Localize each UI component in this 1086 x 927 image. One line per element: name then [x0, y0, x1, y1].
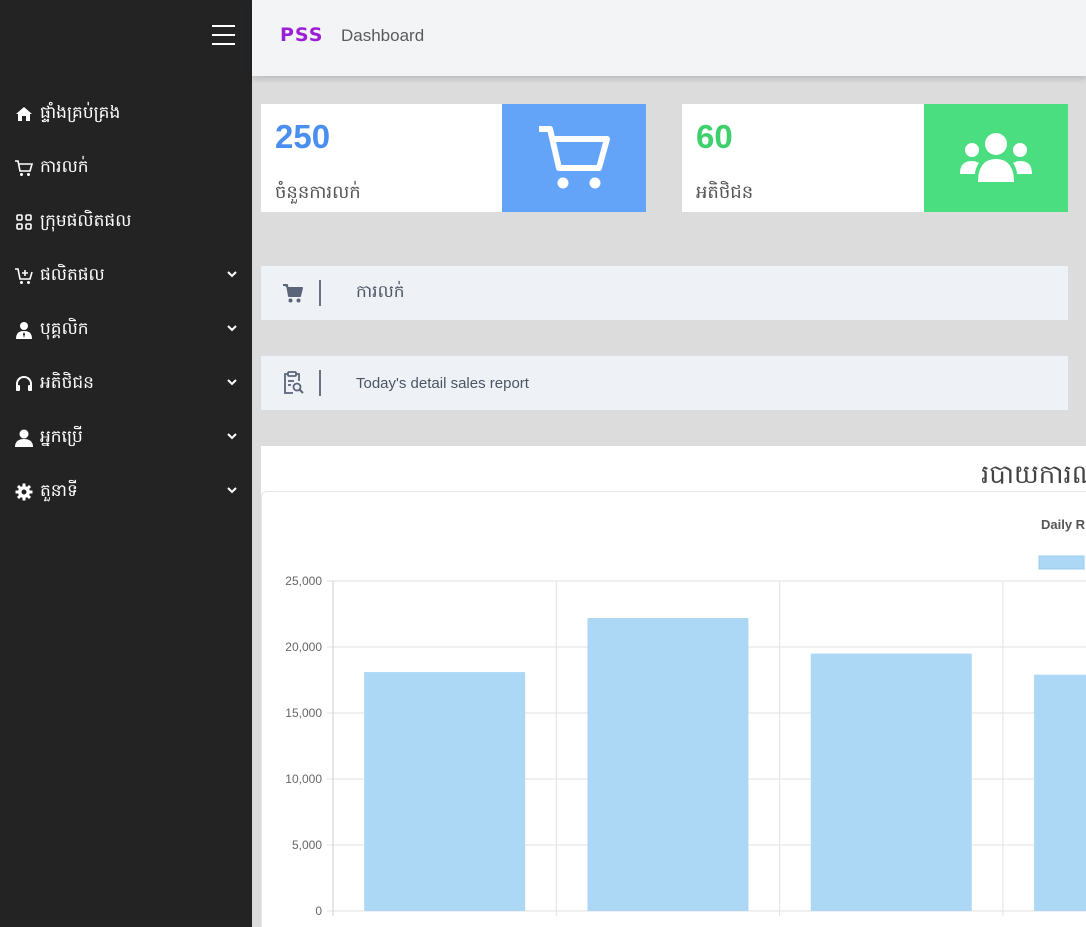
y-tick-label: 5,000: [292, 838, 322, 852]
sidebar-item-product-group[interactable]: ក្រុមផលិតផល: [0, 195, 252, 249]
sidebar-item-staff[interactable]: បុគ្គលិក: [0, 303, 252, 357]
chevron-down-icon: [227, 271, 237, 278]
chart-bar: [810, 653, 972, 911]
chart-bar: [1034, 674, 1086, 911]
grid-icon: [14, 212, 34, 232]
chevron-down-icon: [227, 487, 237, 494]
stat-card-customers[interactable]: 60 អតិថិជន: [682, 104, 1068, 212]
divider: [319, 370, 321, 396]
sidebar-item-label: បុគ្គលិក: [40, 318, 89, 339]
sidebar-item-users[interactable]: អ្នកប្រើ: [0, 411, 252, 465]
divider: [319, 280, 321, 306]
chevron-down-icon: [227, 379, 237, 386]
sidebar-item-customers[interactable]: អតិថិជន: [0, 357, 252, 411]
y-tick-label: 0: [315, 904, 322, 918]
sidebar-nav: ផ្ទាំងគ្រប់គ្រង ការលក់ ក្រុមផលិតផល ផលិតផ…: [0, 87, 252, 519]
stat-card-sales[interactable]: 250 ចំនួនការលក់: [261, 104, 646, 212]
cart-plus-icon: [14, 266, 34, 286]
sidebar: ផ្ទាំងគ្រប់គ្រង ការលក់ ក្រុមផលិតផល ផលិតផ…: [0, 0, 252, 927]
cart-icon: [14, 158, 34, 178]
user-tie-icon: [14, 320, 34, 340]
stat-value: 60: [696, 118, 733, 155]
sidebar-item-label: អ្នកប្រើ: [40, 426, 83, 447]
chart-bar: [364, 672, 526, 911]
sidebar-item-label: ការលក់: [40, 156, 89, 177]
sidebar-item-label: តួនាទី: [40, 480, 78, 501]
chevron-down-icon: [227, 325, 237, 332]
headset-icon: [14, 374, 34, 394]
y-tick-label: 10,000: [285, 772, 322, 786]
sidebar-item-label: ផលិតផល: [40, 264, 105, 285]
brand-logo[interactable]: PSS: [280, 24, 323, 46]
daily-revenue-chart: Daily R05,00010,00015,00020,00025,000MTW: [285, 517, 1086, 927]
gear-icon: [14, 482, 34, 502]
chart-card: Daily R05,00010,00015,00020,00025,000MTW: [261, 491, 1086, 927]
sidebar-item-roles[interactable]: តួនាទី: [0, 465, 252, 519]
sales-section-header: ការលក់: [261, 266, 1068, 320]
menu-toggle-icon[interactable]: [212, 25, 235, 47]
sales-report-panel: របាយការណ Daily R05,00010,00015,00020,000…: [261, 446, 1086, 927]
home-icon: [14, 104, 34, 124]
report-section-header: Today's detail sales report: [261, 356, 1068, 410]
stat-label: ចំនួនការលក់: [275, 182, 361, 203]
legend-swatch: [1038, 555, 1085, 570]
stat-icon-box: [502, 104, 646, 212]
sidebar-item-label: អតិថិជន: [40, 372, 94, 393]
sidebar-item-label: ក្រុមផលិតផល: [40, 210, 132, 231]
cart-icon: [281, 281, 305, 305]
top-header: PSS Dashboard: [252, 0, 1086, 76]
clipboard-search-icon: [281, 371, 305, 395]
breadcrumb-dashboard[interactable]: Dashboard: [341, 26, 424, 46]
section-title: ការលក់: [356, 281, 405, 302]
y-tick-label: 20,000: [285, 640, 322, 654]
stat-value: 250: [275, 118, 331, 155]
y-tick-label: 25,000: [285, 574, 322, 588]
sidebar-item-products[interactable]: ផលិតផល: [0, 249, 252, 303]
stat-label: អតិថិជន: [696, 182, 754, 203]
cart-icon: [539, 126, 610, 189]
y-tick-label: 15,000: [285, 706, 322, 720]
chevron-down-icon: [227, 433, 237, 440]
user-icon: [14, 428, 34, 448]
sidebar-item-sales[interactable]: ការលក់: [0, 141, 252, 195]
section-title: Today's detail sales report: [356, 374, 529, 392]
users-icon: [960, 133, 1032, 182]
sidebar-item-label: ផ្ទាំងគ្រប់គ្រង: [40, 102, 121, 123]
chart-title: Daily R: [1041, 517, 1086, 532]
chart-bar: [587, 617, 749, 911]
sidebar-item-dashboard[interactable]: ផ្ទាំងគ្រប់គ្រង: [0, 87, 252, 141]
stat-icon-box: [924, 104, 1068, 212]
